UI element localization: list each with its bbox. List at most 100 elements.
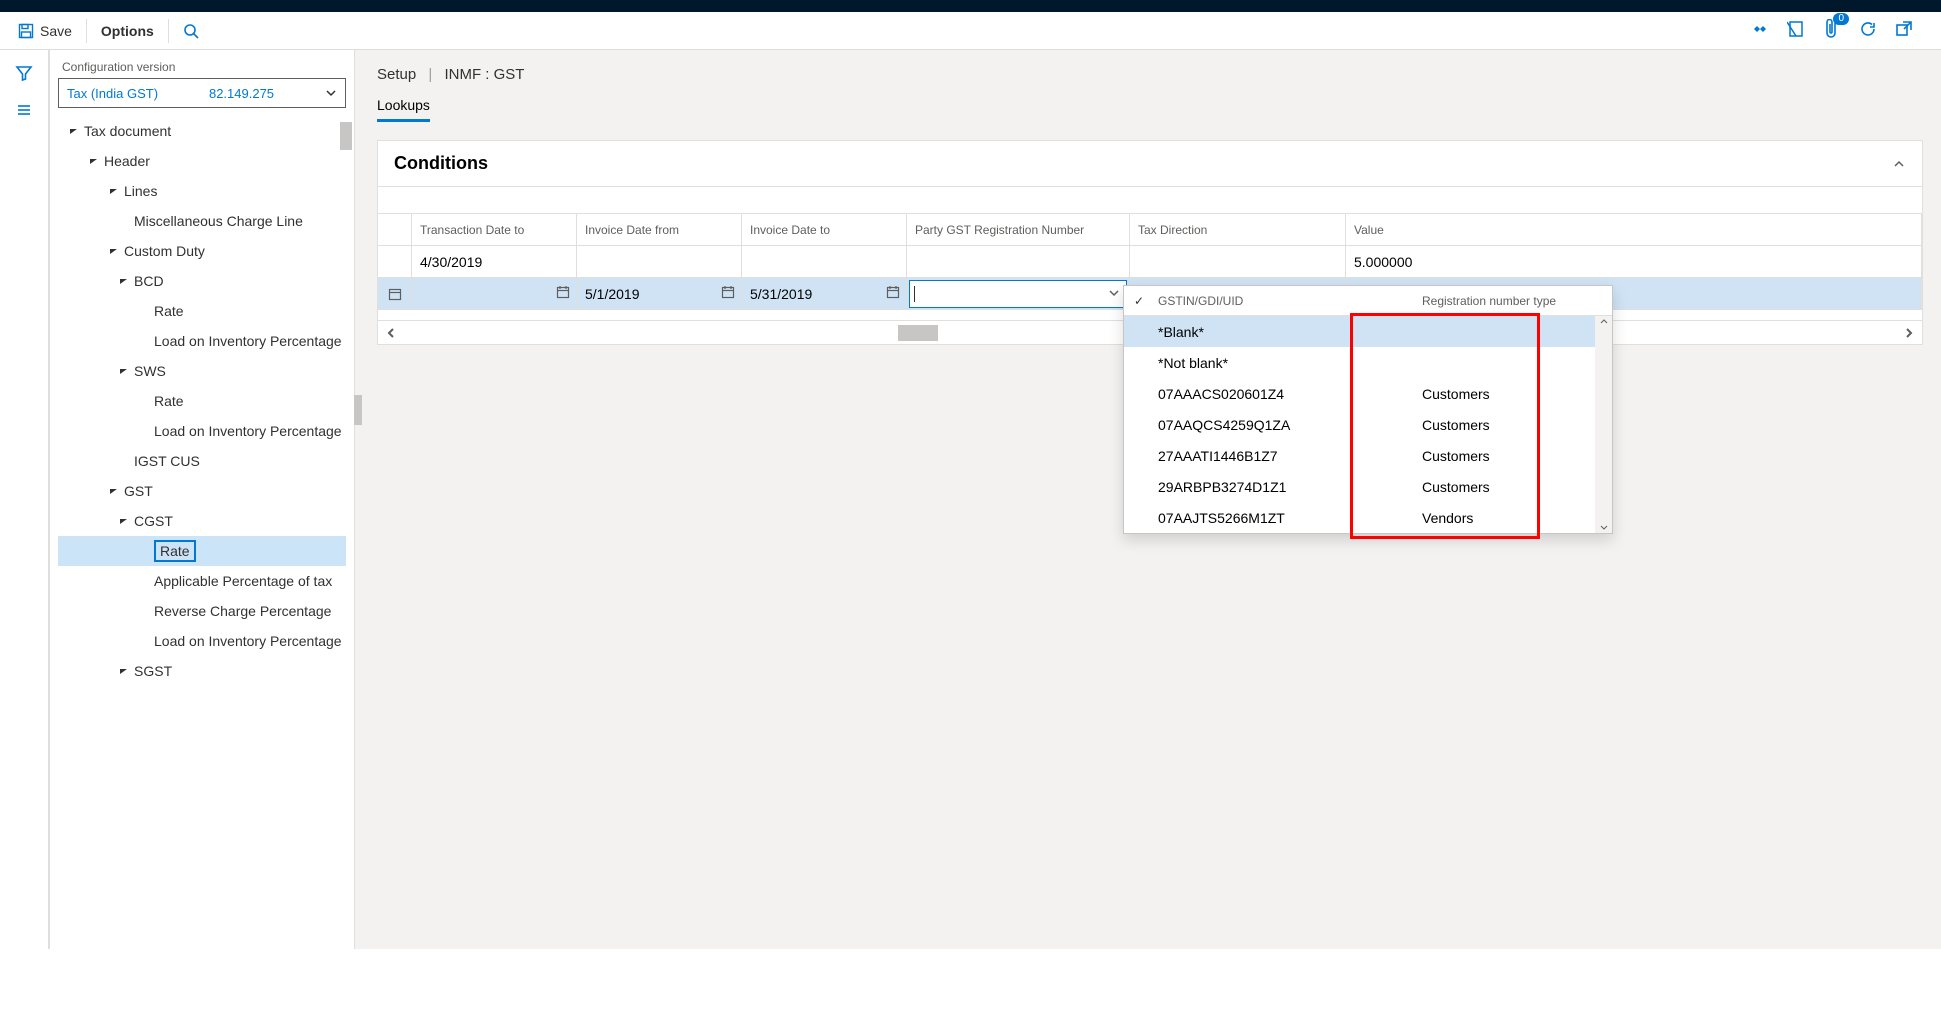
cell-invoice-date-to[interactable]: 5/31/2019 <box>742 278 907 309</box>
cell-party-gst[interactable] <box>907 246 1130 277</box>
caret-icon <box>118 276 128 287</box>
config-version: 82.149.275 <box>209 86 274 101</box>
grid-header-row: Transaction Date to Invoice Date from In… <box>378 214 1922 246</box>
cell-invoice-date-to[interactable] <box>742 246 907 277</box>
popup-header: ✓ GSTIN/GDI/UID Registration number type <box>1124 286 1612 316</box>
tree-item-gst[interactable]: GST <box>58 476 346 506</box>
scroll-thumb[interactable] <box>898 325 938 341</box>
tree-item-applicable-percentage-of-tax[interactable]: Applicable Percentage of tax <box>58 566 346 596</box>
cell-value[interactable]: 5.000000 <box>1346 246 1922 277</box>
tab-lookups[interactable]: Lookups <box>377 97 430 122</box>
list-icon[interactable] <box>15 101 33 122</box>
lookup-row[interactable]: 07AAQCS4259Q1ZACustomers <box>1124 409 1612 440</box>
caret-icon <box>108 486 118 497</box>
chevron-down-icon <box>325 87 337 99</box>
col-trans-date-to[interactable]: Transaction Date to <box>412 214 577 245</box>
lookup-row[interactable]: 07AAACS020601Z4Customers <box>1124 378 1612 409</box>
caret-icon <box>118 366 128 377</box>
calendar-icon[interactable] <box>556 285 570 302</box>
title-bar <box>0 0 1941 12</box>
tree-item-sgst[interactable]: SGST <box>58 656 346 686</box>
sidebar-scrollbar[interactable] <box>337 110 354 1009</box>
tree-item-label: Rate <box>154 540 196 562</box>
cell-invoice-date-from[interactable]: 5/1/2019 <box>577 278 742 309</box>
tree-item-tax-document[interactable]: Tax document <box>58 116 346 146</box>
col-tax-direction[interactable]: Tax Direction <box>1130 214 1346 245</box>
save-label: Save <box>40 23 72 39</box>
config-version-select[interactable]: Tax (India GST) 82.149.275 <box>58 78 346 108</box>
lookup-gstin: 07AAACS020601Z4 <box>1154 386 1422 402</box>
row-selector[interactable] <box>378 246 412 277</box>
book-icon[interactable] <box>1787 20 1805 41</box>
scroll-left-icon[interactable] <box>384 326 398 340</box>
cell-party-gst[interactable] <box>907 278 1130 309</box>
tree-item-label: Load on Inventory Percentage <box>154 423 342 439</box>
scroll-right-icon[interactable] <box>1902 326 1916 340</box>
col-select[interactable] <box>378 214 412 245</box>
search-button[interactable] <box>173 17 209 45</box>
refresh-icon[interactable] <box>1859 20 1877 41</box>
tree-item-sws[interactable]: SWS <box>58 356 346 386</box>
tree-item-rate[interactable]: Rate <box>58 296 346 326</box>
tree-item-custom-duty[interactable]: Custom Duty <box>58 236 346 266</box>
cell-trans-date-to[interactable] <box>412 278 577 309</box>
lookup-row[interactable]: 29ARBPB3274D1Z1Customers <box>1124 471 1612 502</box>
lookup-reg-type: Customers <box>1422 417 1612 433</box>
tree-item-label: Tax document <box>84 123 171 139</box>
col-invoice-date-to[interactable]: Invoice Date to <box>742 214 907 245</box>
lookup-gstin: 27AAATI1446B1Z7 <box>1154 448 1422 464</box>
col-value[interactable]: Value <box>1346 214 1922 245</box>
save-button[interactable]: Save <box>8 17 82 45</box>
party-gst-input[interactable] <box>909 280 1127 308</box>
tree-item-load-on-inventory-percentage[interactable]: Load on Inventory Percentage <box>58 326 346 356</box>
tree-item-header[interactable]: Header <box>58 146 346 176</box>
separator <box>168 19 169 43</box>
tree-item-reverse-charge-percentage[interactable]: Reverse Charge Percentage <box>58 596 346 626</box>
tree-item-lines[interactable]: Lines <box>58 176 346 206</box>
conditions-header[interactable]: Conditions <box>378 141 1922 187</box>
popout-icon[interactable] <box>1895 20 1913 41</box>
lookup-row[interactable]: *Not blank* <box>1124 347 1612 378</box>
lookup-row[interactable]: *Blank* <box>1124 316 1612 347</box>
tree-item-bcd[interactable]: BCD <box>58 266 346 296</box>
tree-item-label: Rate <box>154 303 184 319</box>
attachment-icon[interactable]: 0 <box>1823 19 1841 42</box>
chevron-down-icon[interactable] <box>1108 286 1120 302</box>
tab-bar: Lookups <box>377 97 1923 122</box>
calendar-icon[interactable] <box>721 285 735 302</box>
caret-icon <box>118 516 128 527</box>
popup-scrollbar[interactable] <box>1595 316 1612 533</box>
filter-icon[interactable] <box>15 64 33 85</box>
col-invoice-date-from[interactable]: Invoice Date from <box>577 214 742 245</box>
cell-invoice-date-to-value: 5/31/2019 <box>750 286 812 302</box>
options-label: Options <box>101 23 154 39</box>
cell-invoice-date-from-value: 5/1/2019 <box>585 286 640 302</box>
link-icon[interactable] <box>1751 20 1769 41</box>
tree-item-load-on-inventory-percentage[interactable]: Load on Inventory Percentage <box>58 626 346 656</box>
search-icon <box>183 23 199 39</box>
tree-item-rate[interactable]: Rate <box>58 536 346 566</box>
cell-invoice-date-from[interactable] <box>577 246 742 277</box>
crumb-sep: | <box>420 66 440 83</box>
lookup-row[interactable]: 07AAJTS5266M1ZTVendors <box>1124 502 1612 533</box>
crumb-setup[interactable]: Setup <box>377 66 416 83</box>
tree-item-load-on-inventory-percentage[interactable]: Load on Inventory Percentage <box>58 416 346 446</box>
splitter-handle[interactable] <box>354 395 362 425</box>
popup-col-gstin[interactable]: GSTIN/GDI/UID <box>1154 294 1422 308</box>
table-row[interactable]: 4/30/2019 5.000000 <box>378 246 1922 278</box>
cell-trans-date-to[interactable]: 4/30/2019 <box>412 246 577 277</box>
options-button[interactable]: Options <box>91 17 164 45</box>
cell-tax-direction[interactable] <box>1130 246 1346 277</box>
tree-item-igst-cus[interactable]: IGST CUS <box>58 446 346 476</box>
calendar-icon <box>388 287 402 301</box>
lookup-row[interactable]: 27AAATI1446B1Z7Customers <box>1124 440 1612 471</box>
tax-tree: Tax document HeaderLinesMiscellaneous Cha… <box>58 116 346 686</box>
caret-icon <box>118 666 128 677</box>
calendar-icon[interactable] <box>886 285 900 302</box>
tree-item-rate[interactable]: Rate <box>58 386 346 416</box>
tree-item-cgst[interactable]: CGST <box>58 506 346 536</box>
tree-item-miscellaneous-charge-line[interactable]: Miscellaneous Charge Line <box>58 206 346 236</box>
col-party-gst[interactable]: Party GST Registration Number <box>907 214 1130 245</box>
row-selector[interactable] <box>378 278 412 309</box>
popup-col-reg-type[interactable]: Registration number type <box>1422 294 1612 308</box>
